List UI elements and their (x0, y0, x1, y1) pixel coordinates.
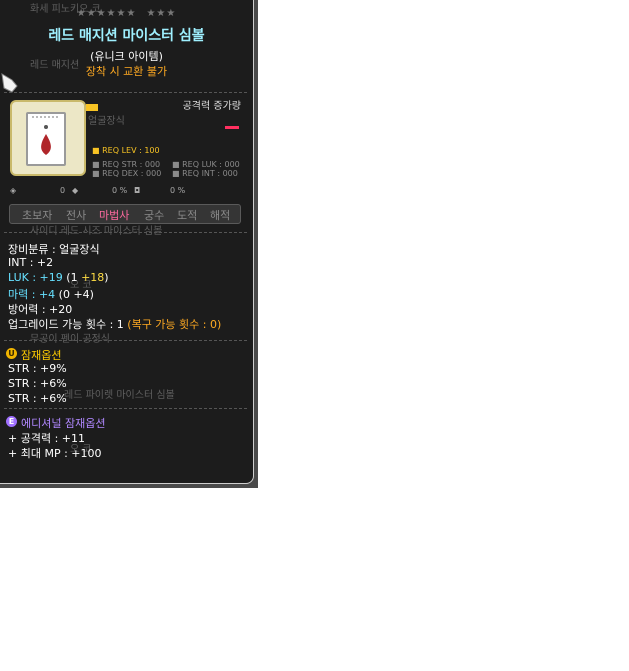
divider (4, 340, 247, 341)
stat-magic-attack: 마력 : +4 (0 +4) (8, 288, 94, 301)
divider (4, 232, 247, 233)
hand-cursor-icon (1, 73, 18, 93)
stat-defense: 방어력 : +20 (8, 303, 73, 316)
item-rarity: (유니크 아이템) (90, 50, 163, 63)
property-value: 0 % (112, 186, 128, 195)
req-int: ■ REQ INT : 000 (172, 169, 238, 178)
star-icons-right: ★★★ (146, 8, 177, 19)
wings-icon: ◈ (10, 186, 17, 195)
property-value: 0 % (170, 186, 186, 195)
bag-icon: ◆ (72, 186, 79, 195)
divider (4, 92, 247, 93)
req-level: ■ REQ LEV : 100 (92, 146, 160, 155)
property-value: 0 (60, 186, 66, 195)
potential-line: STR : +6% (8, 392, 67, 405)
additional-line: + 공격력 : +11 (8, 432, 85, 445)
job-pirate: 해적 (210, 209, 231, 222)
blood-drop-icon (32, 116, 60, 155)
job-beginner: 초보자 (22, 209, 53, 222)
star-icons-left: ★★★★★★ (76, 8, 137, 19)
additional-potential-title: 에디셔널 잠재옵션 (21, 417, 106, 430)
potential-unique-icon: U (6, 348, 17, 359)
job-restriction-bar: 초보자 전사 마법사 궁수 도적 해적 (9, 204, 241, 224)
potential-title: 잠재옵션 (21, 349, 62, 362)
job-thief: 도적 (177, 209, 198, 222)
divider (4, 408, 247, 409)
job-warrior: 전사 (66, 209, 87, 222)
background-text: 무공이 펜이 공정식 (30, 334, 110, 345)
potential-line: STR : +9% (8, 362, 67, 375)
item-tag-icon (86, 104, 98, 111)
item-name: 레드 매지션 마이스터 심볼 (48, 28, 205, 44)
potential-line: STR : +6% (8, 377, 67, 390)
stat-category: 장비분류 : 얼굴장식 (8, 243, 100, 256)
trade-restriction: 장착 시 교환 불가 (85, 65, 168, 78)
background-text: 사이디 레드 시즈 마이스터 심볼 (30, 226, 163, 237)
job-archer: 궁수 (144, 209, 165, 222)
item-property-icons: ◈ 0 ◆ 0 % ◘ 0 % (10, 186, 240, 198)
item-paper-icon (26, 112, 66, 166)
additional-potential-epic-icon: E (6, 416, 17, 427)
req-dex: ■ REQ DEX : 000 (92, 169, 162, 178)
star-force-row: ★★★★★★ ★★★ (0, 8, 253, 19)
stat-upgrades: 업그레이드 가능 횟수 : 1 (복구 가능 횟수 : 0) (8, 318, 222, 331)
req-str: ■ REQ STR : 000 (92, 160, 161, 169)
additional-line: + 최대 MP : +100 (8, 447, 102, 460)
stat-int: INT : +2 (8, 256, 54, 269)
job-magician: 마법사 (99, 209, 130, 222)
shield-icon: ◘ (134, 186, 141, 195)
item-tooltip: 화세 피노키오 코 레드 매지션 얼굴장식 사이디 레드 시즈 마이스터 심볼 … (0, 0, 254, 484)
attack-decrease-icon (225, 126, 239, 129)
item-icon-frame (10, 100, 86, 176)
background-text: 레드 파이렛 마이스터 심볼 (64, 390, 175, 401)
stat-luk: LUK : +19 (1 +18) (8, 271, 109, 284)
attack-increase-label: 공격력 증가량 (182, 101, 241, 112)
req-luk: ■ REQ LUK : 000 (172, 160, 240, 169)
background-text: 얼굴장식 (88, 116, 125, 127)
